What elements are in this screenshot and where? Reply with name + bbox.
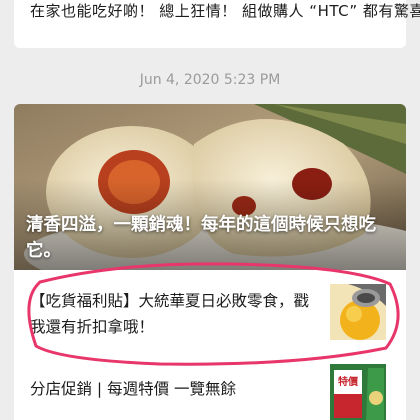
article-item-title: 【吃貨福利貼】大統華夏日必敗零食，戳我還有折扣拿哦！ [30, 292, 310, 336]
sale-poster-thumbnail: 特價商品 [330, 364, 386, 420]
sale-poster-label: 特價商品 [338, 377, 358, 410]
message-timestamp: Jun 4, 2020 5:23 PM [139, 72, 281, 88]
article-list-item[interactable]: 分店促銷 | 每週特價 一覽無餘 特價商品 [14, 358, 406, 420]
cover-headline: 清香四溢，一顆銷魂！每年的這個時候只想吃它。 [26, 215, 376, 261]
article-item-title: 分店促銷 | 每週特價 一覽無餘 [30, 380, 237, 398]
ice-cream-thumbnail [330, 284, 386, 340]
previous-message-text: 在家也能吃好啲！ 總上狂情！ 組做購人 “HTC” 都有驚喜！ [30, 2, 420, 20]
previous-message-card[interactable]: 在家也能吃好啲！ 總上狂情！ 組做購人 “HTC” 都有驚喜！ [14, 0, 420, 48]
article-card: 清香四溢，一顆銷魂！每年的這個時候只想吃它。 【吃貨福利貼】大統華夏日必敗零食，… [14, 104, 406, 420]
article-list-item[interactable]: 【吃貨福利貼】大統華夏日必敗零食，戳我還有折扣拿哦！ [14, 270, 406, 358]
article-cover[interactable]: 清香四溢，一顆銷魂！每年的這個時候只想吃它。 [14, 104, 406, 270]
